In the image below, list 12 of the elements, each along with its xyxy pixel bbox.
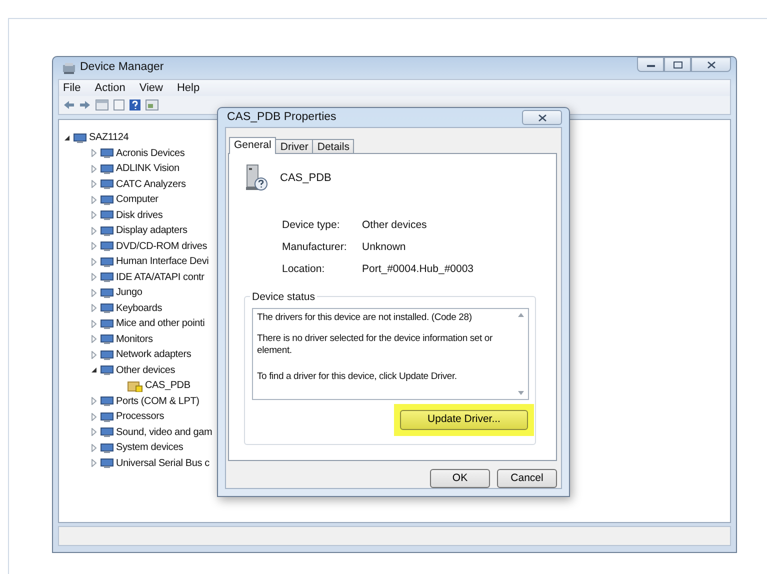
status-text: To find a driver for this device, click Update Driver. <box>257 371 458 384</box>
device-name: CAS_PDB <box>280 171 332 186</box>
property-label: Device type: <box>282 218 341 233</box>
dialog-title: CAS_PDB Properties <box>227 110 336 125</box>
property-label: Location: <box>282 262 326 276</box>
property-label: Manufacturer: <box>282 240 348 255</box>
status-text: There is no driver selected for the device information set or element. <box>257 333 494 358</box>
window-title: Device Manager <box>80 60 164 76</box>
property-value: Port_#0004.Hub_#0003 <box>362 262 475 276</box>
status-text: The drivers for this device are not installed. (Code 28) <box>257 312 473 324</box>
property-value: Other devices <box>362 218 428 233</box>
property-value: Unknown <box>362 240 407 255</box>
